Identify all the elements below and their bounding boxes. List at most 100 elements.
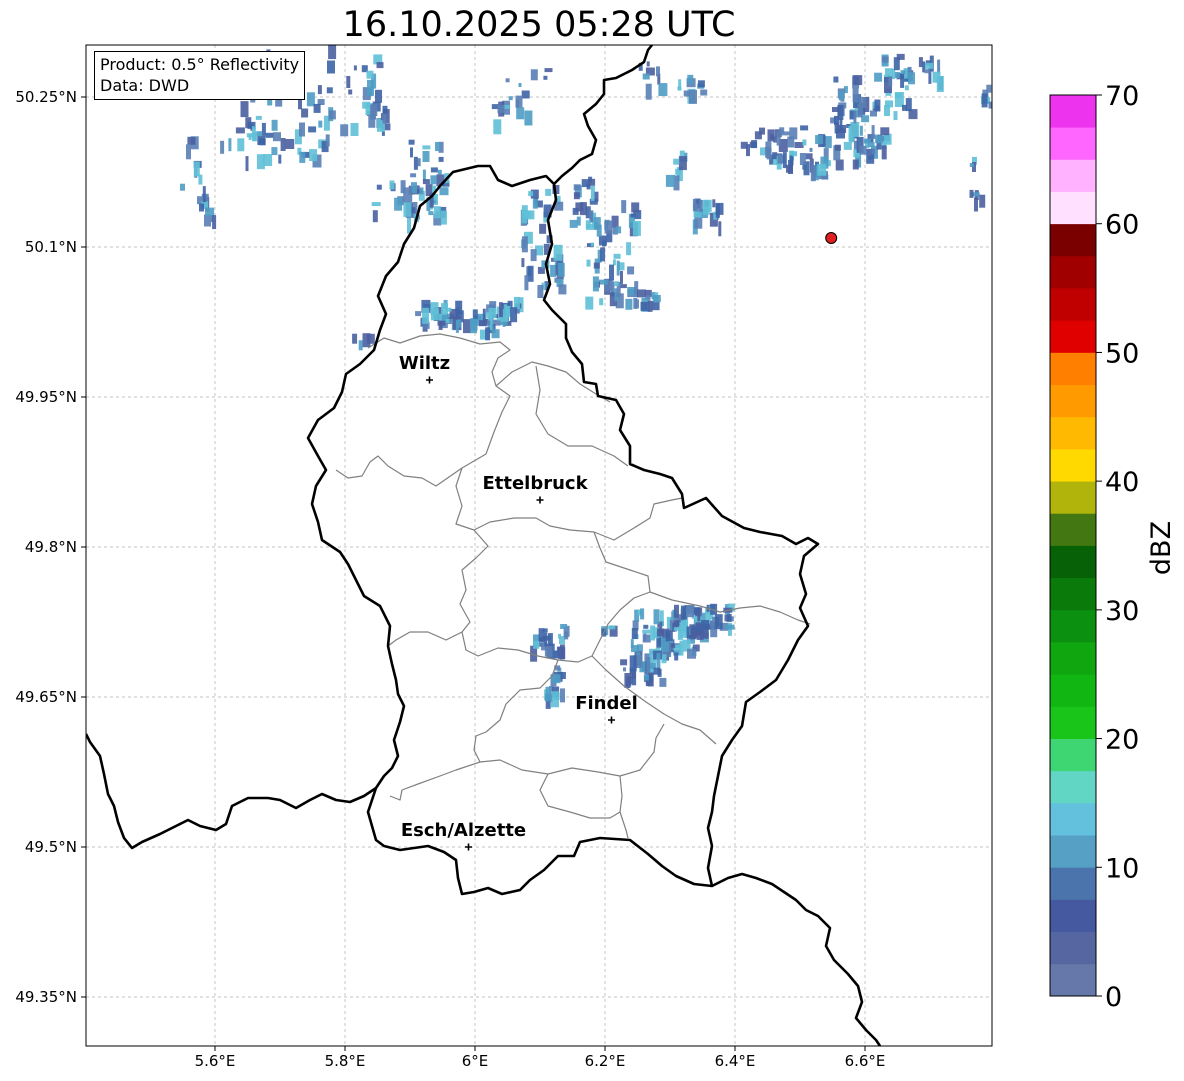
echo-pixel (881, 145, 887, 160)
echo-pixel (852, 159, 859, 170)
echo-pixel (702, 199, 710, 215)
echo-pixel (371, 202, 381, 207)
echo-pixel (640, 608, 645, 620)
echo-pixel (228, 138, 232, 152)
echo-pixel (255, 115, 262, 120)
echo-pixel (579, 202, 587, 216)
echo-pixel (317, 85, 322, 95)
echo-pixel (658, 83, 668, 97)
echo-pixel (620, 659, 628, 666)
echo-pixel (551, 691, 559, 708)
echo-pixel (328, 45, 337, 60)
echo-pixel (463, 319, 471, 334)
echo-pixel (394, 197, 403, 211)
echo-pixel (257, 135, 266, 145)
echo-pixel (488, 307, 497, 318)
echo-pixel (780, 131, 790, 136)
echo-pixel (900, 70, 906, 75)
echo-pixel (521, 258, 525, 268)
echo-pixel (630, 213, 636, 218)
echo-pixel (530, 69, 538, 81)
echo-pixel (585, 296, 594, 310)
echo-pixel (237, 138, 245, 152)
echo-pixel (904, 85, 909, 91)
echo-pixel (285, 139, 295, 149)
echo-pixel (665, 174, 675, 187)
echo-pixel (358, 340, 363, 351)
echo-pixel (621, 200, 627, 214)
echo-pixel (782, 152, 787, 169)
echo-pixel (645, 83, 652, 100)
echo-pixel (692, 626, 701, 632)
echo-pixel (376, 184, 382, 190)
echo-pixel (508, 96, 513, 101)
echo-pixel (712, 199, 716, 208)
echo-pixel (413, 156, 418, 170)
echo-pixel (642, 73, 650, 80)
echo-pixel (859, 125, 863, 136)
echo-pixel (240, 101, 249, 118)
echo-pixel (859, 97, 866, 108)
echo-pixel (455, 300, 463, 315)
echo-pixel (437, 320, 446, 326)
echo-pixel (560, 624, 568, 629)
echo-pixel (609, 264, 614, 281)
echo-pixel (513, 296, 520, 309)
echo-pixel (537, 285, 544, 298)
echo-pixel (835, 159, 844, 171)
echo-pixel (646, 657, 651, 673)
echo-pixel (590, 242, 594, 247)
echo-pixel (265, 132, 274, 138)
echo-pixel (594, 191, 599, 202)
echo-pixel (616, 260, 620, 276)
echo-pixel (389, 180, 395, 190)
echo-pixel (505, 78, 510, 83)
echo-pixel (515, 95, 523, 108)
echo-pixel (278, 154, 282, 164)
echo-pixel (683, 90, 690, 97)
echo-pixel (969, 189, 974, 198)
lon-tick-label: 6.2°E (585, 1052, 626, 1070)
echo-pixel (880, 127, 890, 136)
echo-pixel (805, 153, 813, 160)
lat-tick-label: 50.1°N (25, 238, 77, 256)
city-label: Ettelbruck (482, 473, 588, 494)
echo-pixel (318, 120, 323, 128)
echo-pixel (558, 633, 562, 639)
echo-pixel (642, 629, 651, 634)
echo-pixel (687, 648, 696, 659)
echo-pixel (875, 135, 884, 144)
echo-pixel (981, 93, 988, 108)
lat-tick-label: 49.5°N (25, 838, 77, 856)
echo-pixel (410, 173, 417, 178)
echo-pixel (633, 297, 638, 309)
echo-pixel (593, 217, 601, 230)
echo-pixel (558, 647, 566, 660)
echo-pixel (759, 127, 765, 135)
echo-pixel (647, 300, 653, 312)
echo-pixel (674, 652, 679, 661)
echo-pixel (376, 62, 384, 69)
echo-pixel (202, 186, 206, 203)
echo-pixel (661, 654, 667, 664)
echo-pixel (833, 76, 839, 83)
echo-pixel (740, 141, 748, 149)
echo-pixel (438, 156, 444, 162)
echo-pixel (327, 60, 335, 74)
echo-pixel (598, 279, 608, 285)
echo-pixel (974, 197, 978, 212)
echo-pixel (629, 655, 637, 672)
echo-pixel (871, 148, 876, 155)
echo-pixel (652, 295, 661, 302)
echo-pixel (715, 202, 724, 215)
echo-pixel (786, 164, 793, 173)
echo-pixel (686, 626, 690, 639)
echo-pixel (620, 270, 623, 284)
echo-pixel (524, 110, 533, 126)
echo-pixel (422, 169, 426, 181)
echo-pixel (881, 56, 889, 63)
echo-pixel (810, 165, 816, 182)
echo-pixel (299, 151, 306, 163)
echo-pixel (625, 298, 633, 310)
echo-pixel (435, 142, 440, 151)
